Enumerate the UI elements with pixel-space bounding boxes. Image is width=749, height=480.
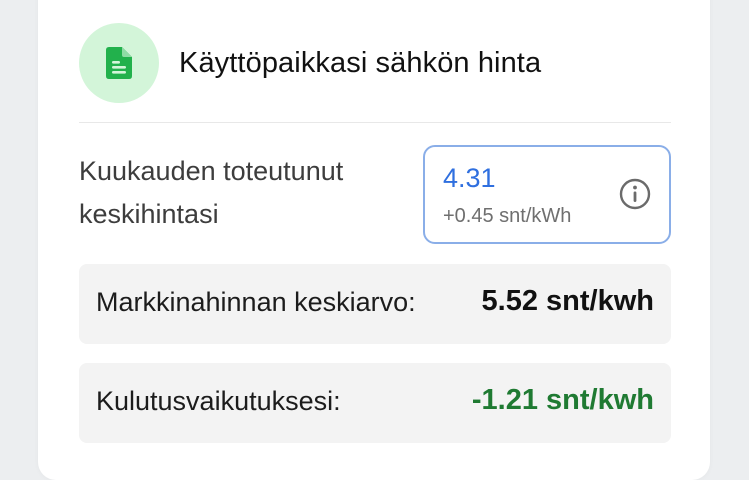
market-average-label: Markkinahinnan keskiarvo: <box>96 287 416 317</box>
consumption-effect-value: -1.21 snt/kwh <box>471 384 654 416</box>
icon-circle <box>79 23 159 103</box>
info-icon[interactable] <box>619 178 651 210</box>
market-average-value: 5.52 snt/kwh <box>481 285 654 317</box>
consumption-effect-row: Kulutusvaikutuksesi: -1.21 snt/kwh <box>79 363 671 443</box>
card-title: Käyttöpaikkasi sähkön hinta <box>179 46 542 79</box>
card-header: Käyttöpaikkasi sähkön hinta <box>79 23 669 103</box>
monthly-price-label: Kuukauden toteutunut keskihintasi <box>79 156 344 229</box>
monthly-price-value: 4.31 <box>443 163 496 193</box>
market-average-row: Markkinahinnan keskiarvo: 5.52 snt/kwh <box>79 264 671 344</box>
document-icon <box>106 47 132 79</box>
monthly-price-box[interactable]: 4.31 +0.45 snt/kWh <box>423 145 671 244</box>
divider <box>79 122 671 123</box>
monthly-price-difference: +0.45 snt/kWh <box>443 205 572 227</box>
consumption-effect-label: Kulutusvaikutuksesi: <box>96 386 341 416</box>
